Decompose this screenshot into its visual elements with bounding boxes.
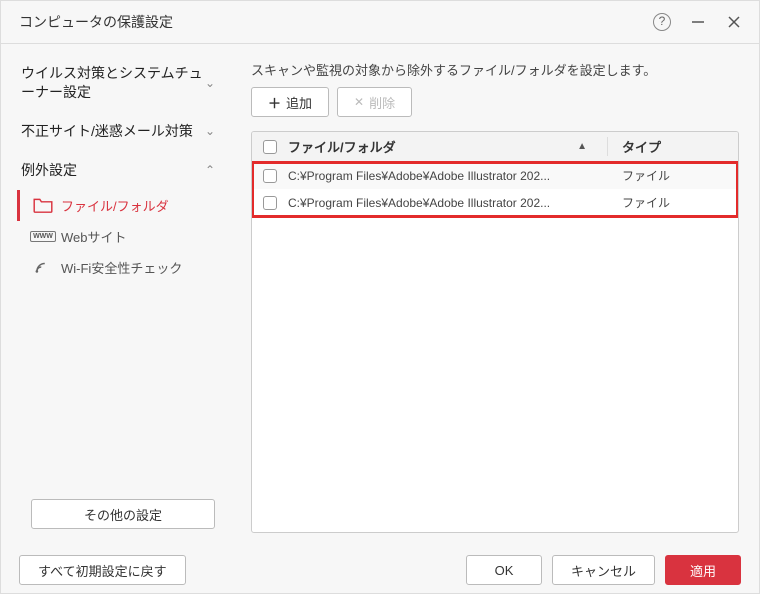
sidebar-item-wifi[interactable]: Wi-Fi安全性チェック [1,252,233,283]
select-all-cell [252,140,288,154]
nav-item-fraudulent[interactable]: 不正サイト/迷惑メール対策 ⌄ [1,112,233,151]
table-row[interactable]: C:¥Program Files¥Adobe¥Adobe Illustrator… [252,189,738,216]
cancel-button[interactable]: キャンセル [552,555,655,585]
wifi-icon [29,260,57,274]
chevron-down-icon: ⌄ [205,76,215,90]
table-header: ファイル/フォルダ ▲ タイプ [252,132,738,162]
table-row[interactable]: C:¥Program Files¥Adobe¥Adobe Illustrator… [252,162,738,189]
minimize-button[interactable] [687,11,709,33]
add-button[interactable]: ＋ 追加 [251,87,329,117]
nav-item-virus[interactable]: ウイルス対策とシステムチューナー設定 ⌄ [1,54,233,112]
delete-button[interactable]: ✕ 削除 [337,87,412,117]
x-icon: ✕ [354,95,364,109]
minimize-icon [691,15,705,29]
plus-icon: ＋ [268,93,281,112]
close-button[interactable] [723,11,745,33]
row-checkbox[interactable] [263,196,277,210]
column-type-label: タイプ [622,140,661,155]
chevron-up-icon: ⌃ [205,163,215,177]
sidebar-item-file-folder[interactable]: ファイル/フォルダ [1,190,233,221]
row-checkbox[interactable] [263,169,277,183]
folder-icon [29,197,57,213]
nav-label: 例外設定 [21,161,205,180]
help-button[interactable]: ? [651,11,673,33]
chevron-down-icon: ⌄ [205,124,215,138]
sidebar-item-label: ファイル/フォルダ [61,196,169,215]
reset-defaults-button[interactable]: すべて初期設定に戻す [19,555,186,585]
toolbar: ＋ 追加 ✕ 削除 [251,87,739,117]
settings-window: コンピュータの保護設定 ? ウイルス対策とシステムチューナー設定 ⌄ 不正サイト… [0,0,760,594]
other-settings-button[interactable]: その他の設定 [31,499,215,529]
cell-path: C:¥Program Files¥Adobe¥Adobe Illustrator… [288,196,608,210]
column-type[interactable]: タイプ [608,137,738,156]
ok-button[interactable]: OK [466,555,542,585]
delete-button-label: 削除 [369,93,395,112]
checkbox-select-all[interactable] [263,140,277,154]
sidebar-item-label: Webサイト [61,227,127,246]
cell-type: ファイル [608,194,738,211]
add-button-label: 追加 [286,93,312,112]
nav-label: ウイルス対策とシステムチューナー設定 [21,64,205,102]
main-panel: スキャンや監視の対象から除外するファイル/フォルダを設定します。 ＋ 追加 ✕ … [233,44,759,547]
sidebar: ウイルス対策とシステムチューナー設定 ⌄ 不正サイト/迷惑メール対策 ⌄ 例外設… [1,44,233,547]
window-title: コンピュータの保護設定 [19,12,637,32]
nav-label: 不正サイト/迷惑メール対策 [21,122,205,141]
exclusion-table: ファイル/フォルダ ▲ タイプ C:¥Program Files¥Adobe¥A… [251,131,739,533]
cell-path: C:¥Program Files¥Adobe¥Adobe Illustrator… [288,169,608,183]
nav-item-exceptions[interactable]: 例外設定 ⌃ [1,151,233,190]
titlebar: コンピュータの保護設定 ? [1,1,759,44]
column-path-label: ファイル/フォルダ [288,137,396,156]
sort-ascending-icon: ▲ [577,141,587,152]
close-icon [727,15,741,29]
description-text: スキャンや監視の対象から除外するファイル/フォルダを設定します。 [251,60,739,79]
www-icon: WWW [29,231,57,242]
cell-type: ファイル [608,167,738,184]
sidebar-item-website[interactable]: WWW Webサイト [1,221,233,252]
window-body: ウイルス対策とシステムチューナー設定 ⌄ 不正サイト/迷惑メール対策 ⌄ 例外設… [1,44,759,547]
column-path[interactable]: ファイル/フォルダ ▲ [288,137,608,156]
help-icon: ? [653,13,671,31]
sidebar-item-label: Wi-Fi安全性チェック [61,258,182,277]
footer: すべて初期設定に戻す OK キャンセル 適用 [1,547,759,593]
apply-button[interactable]: 適用 [665,555,741,585]
